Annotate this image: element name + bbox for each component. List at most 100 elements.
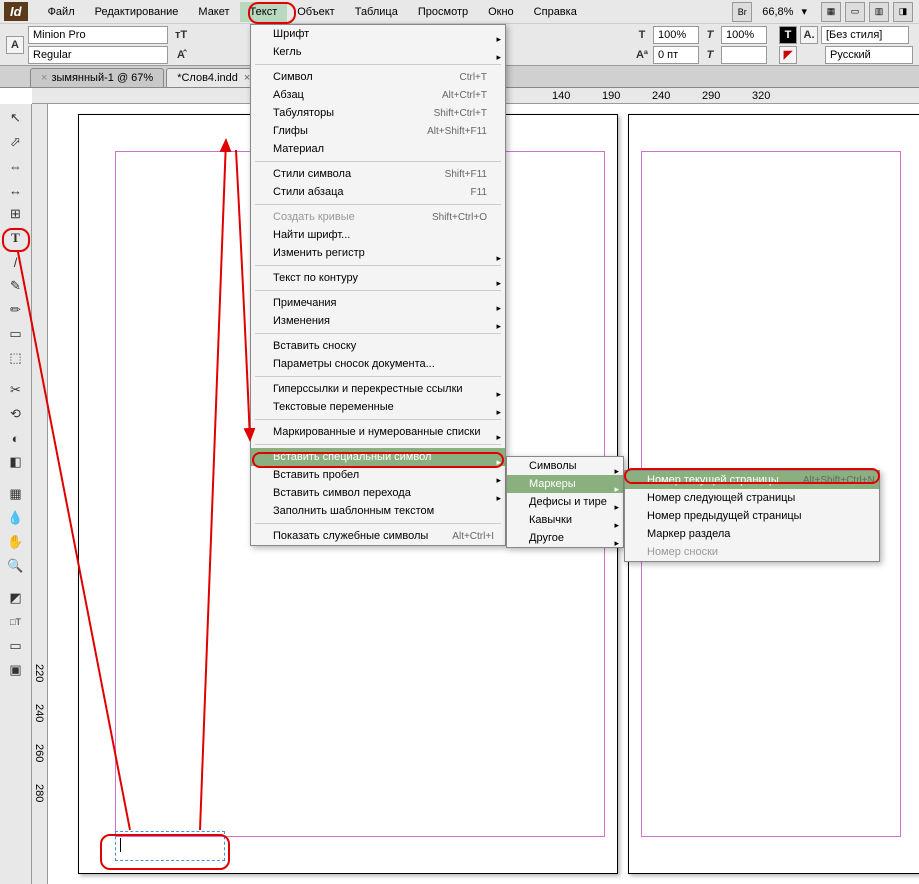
transform-tool[interactable]: ⟲ [5,403,27,425]
zoom-dropdown-icon[interactable]: ▾ [801,5,807,18]
text-frame[interactable] [115,831,225,861]
zoom-field[interactable]: 66,8% [762,6,793,18]
type-tool[interactable]: T [5,227,27,249]
charstyle-field[interactable] [821,26,909,44]
menu-item[interactable]: Найти шрифт... [251,226,505,244]
language-field[interactable] [825,46,913,64]
baseline-field[interactable] [653,46,699,64]
gap-tool[interactable]: ↔ [5,179,27,201]
menu-item[interactable]: Маркированные и нумерованные списки [251,423,505,441]
vscale-field[interactable] [721,26,767,44]
menu-item[interactable]: Маркеры [507,475,623,493]
menu-file[interactable]: Файл [38,2,85,22]
menu-item[interactable]: Стили абзацаF11 [251,183,505,201]
ruler-vertical[interactable]: 220 240 260 280 [32,104,48,884]
document-tab[interactable]: ×зымянный-1 @ 67% [30,68,164,87]
stroke-icon[interactable]: ◤ [779,46,797,64]
charstyle-icon[interactable]: A. [800,26,818,44]
hand-tool[interactable]: ✋ [5,531,27,553]
hscale-field[interactable] [653,26,699,44]
apply-color-icon[interactable]: □T [5,611,27,633]
menu-item[interactable]: АбзацAlt+Ctrl+T [251,86,505,104]
menu-item[interactable]: Стили символаShift+F11 [251,165,505,183]
font-family-field[interactable] [28,26,168,44]
skew-field[interactable] [721,46,767,64]
menu-text[interactable]: Текст [240,2,288,22]
pencil-tool[interactable]: ✏ [5,299,27,321]
menu-object[interactable]: Объект [287,2,344,22]
menu-item[interactable]: Заполнить шаблонным текстом [251,502,505,520]
menu-item[interactable]: ТабуляторыShift+Ctrl+T [251,104,505,122]
menu-item[interactable]: Номер текущей страницыAlt+Shift+Ctrl+N [625,471,879,489]
menu-item[interactable]: Символы [507,457,623,475]
text-menu-dropdown: ШрифтКегль СимволCtrl+TАбзацAlt+Ctrl+TТаб… [250,24,506,546]
menu-item[interactable]: Вставить специальный символ [251,448,505,466]
workspace-icon[interactable]: ◨ [893,2,913,22]
menu-item[interactable]: Кавычки [507,511,623,529]
menubar: Id Файл Редактирование Макет Текст Объек… [0,0,919,24]
menu-item[interactable]: Вставить пробел [251,466,505,484]
preview-icon[interactable]: ▣ [5,659,27,681]
direct-select-tool[interactable]: ⬀ [5,131,27,153]
menu-edit[interactable]: Редактирование [85,2,189,22]
font-style-field[interactable] [28,46,168,64]
fill-stroke-icon[interactable]: ◩ [5,587,27,609]
menu-item[interactable]: Показать служебные символыAlt+Ctrl+I [251,527,505,545]
content-tool[interactable]: ⊞ [5,203,27,225]
markers-submenu: Номер текущей страницыAlt+Shift+Ctrl+NНо… [624,470,880,562]
tools-panel: ↖ ⬀ ⇔ ↔ ⊞ T / ✎ ✏ ▭ ⬚ ✂ ⟲ ◐ ◧ ▦ 💧 ✋ 🔍 ◩ … [0,104,32,884]
normal-view-icon[interactable]: ▭ [5,635,27,657]
menu-item[interactable]: Дефисы и тире [507,493,623,511]
pen-tool[interactable]: ✎ [5,275,27,297]
hscale-icon: T [633,26,651,44]
bridge-icon[interactable]: Br [732,2,752,22]
menu-window[interactable]: Окно [478,2,524,22]
fill-icon[interactable]: T [779,26,797,44]
menu-item[interactable]: СимволCtrl+T [251,68,505,86]
page-tool[interactable]: ⇔ [5,155,27,177]
gradient-tool[interactable]: ◐ [5,427,27,449]
menu-table[interactable]: Таблица [345,2,408,22]
menu-item: Номер сноски [625,543,879,561]
skew-icon: T [701,46,719,64]
menu-item[interactable]: Номер следующей страницы [625,489,879,507]
menu-item[interactable]: Материал [251,140,505,158]
menu-item[interactable]: Параметры сносок документа... [251,355,505,373]
menu-item[interactable]: Кегль [251,43,505,61]
eyedropper-tool[interactable]: 💧 [5,507,27,529]
swatch-tool[interactable]: ◧ [5,451,27,473]
view-option-icon[interactable]: ▦ [821,2,841,22]
screen-mode-icon[interactable]: ▭ [845,2,865,22]
rectangle-tool[interactable]: ⬚ [5,347,27,369]
frame-tool[interactable]: ▭ [5,323,27,345]
tab-label: зымянный-1 @ 67% [51,72,153,84]
menu-item[interactable]: Маркер раздела [625,525,879,543]
arrange-icon[interactable]: ▥ [869,2,889,22]
selection-tool[interactable]: ↖ [5,107,27,129]
menu-item[interactable]: Гиперссылки и перекрестные ссылки [251,380,505,398]
menu-item[interactable]: Изменения [251,312,505,330]
menu-item[interactable]: Примечания [251,294,505,312]
menu-item[interactable]: Вставить сноску [251,337,505,355]
menu-item[interactable]: Другое [507,529,623,547]
note-tool[interactable]: ▦ [5,483,27,505]
scissors-tool[interactable]: ✂ [5,379,27,401]
leading-icon: А̂ [172,46,190,64]
menu-item[interactable]: Номер предыдущей страницы [625,507,879,525]
menu-layout[interactable]: Макет [188,2,239,22]
menu-view[interactable]: Просмотр [408,2,478,22]
menu-item[interactable]: Изменить регистр [251,244,505,262]
text-cursor [120,838,121,852]
zoom-tool[interactable]: 🔍 [5,555,27,577]
menu-item[interactable]: ГлифыAlt+Shift+F11 [251,122,505,140]
menu-item[interactable]: Вставить символ перехода [251,484,505,502]
menu-item[interactable]: Текстовые переменные [251,398,505,416]
insert-special-submenu: СимволыМаркерыДефисы и тиреКавычкиДругое [506,456,624,548]
menu-help[interactable]: Справка [524,2,587,22]
char-format-icon[interactable]: A [6,36,24,54]
document-tab[interactable]: *Слов4.indd× [166,68,261,87]
line-tool[interactable]: / [5,251,27,273]
menu-item[interactable]: Текст по контуру [251,269,505,287]
menu-item: Создать кривыеShift+Ctrl+O [251,208,505,226]
menu-item[interactable]: Шрифт [251,25,505,43]
